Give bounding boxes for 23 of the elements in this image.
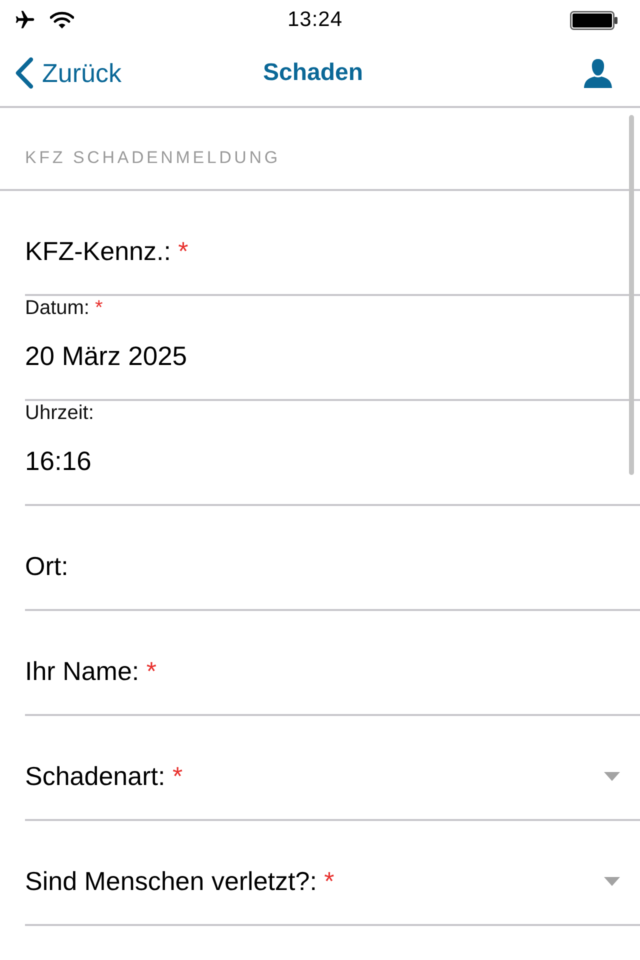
chevron-left-icon bbox=[14, 57, 34, 89]
user-icon[interactable] bbox=[584, 58, 612, 88]
field-label: Ort: bbox=[25, 550, 68, 582]
dropdown-field[interactable]: Sind Menschen verletzt?: * bbox=[25, 821, 640, 926]
status-time: 13:24 bbox=[287, 8, 343, 32]
field-label: Datum: * bbox=[25, 296, 103, 320]
text-field[interactable]: Ort: bbox=[25, 506, 640, 611]
section-title: KFZ SCHADENMELDUNG bbox=[25, 147, 280, 169]
field-value: 20 März 2025 bbox=[25, 340, 188, 372]
wifi-icon bbox=[50, 11, 74, 29]
field-value: 16:16 bbox=[25, 445, 92, 477]
text-field[interactable]: Ihr Name: * bbox=[25, 611, 640, 716]
nav-title: Schaden bbox=[262, 59, 364, 87]
field-label: KFZ-Kennz.: * bbox=[25, 235, 188, 267]
field-label: Uhrzeit: bbox=[25, 401, 94, 425]
field-label: Sind Menschen verletzt?: * bbox=[25, 865, 334, 897]
field-label: Schadenart: * bbox=[25, 760, 183, 792]
field-label: Ihr Name: * bbox=[25, 655, 157, 687]
caret-icon bbox=[604, 772, 620, 781]
caret-icon bbox=[604, 877, 620, 886]
dropdown-field[interactable]: Schadenart: * bbox=[25, 716, 640, 821]
battery-icon bbox=[570, 10, 618, 30]
back-button[interactable]: Zurück bbox=[14, 57, 122, 89]
